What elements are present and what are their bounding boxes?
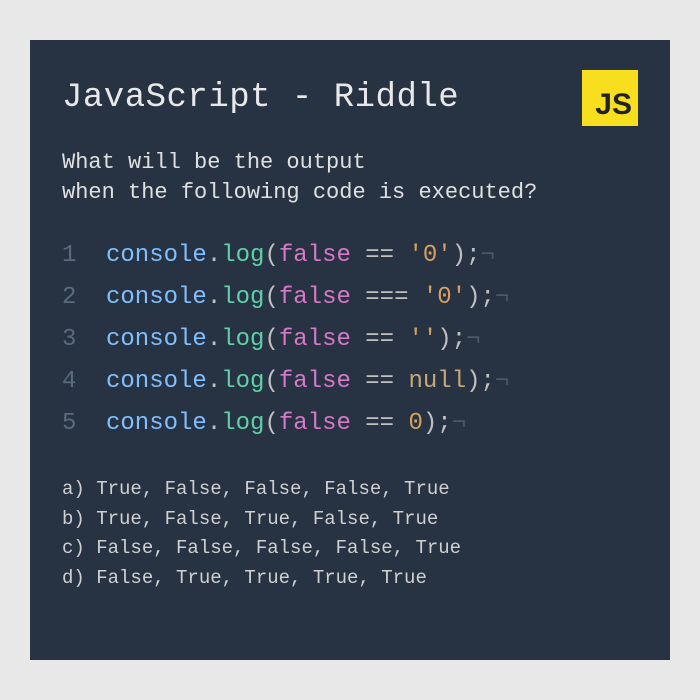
code-line: 4console.log(false == null);¬ bbox=[62, 361, 638, 403]
code-content: console.log(false == 0);¬ bbox=[106, 403, 466, 445]
code-token: console bbox=[106, 284, 207, 311]
code-token: ( bbox=[264, 368, 278, 395]
code-line: 2console.log(false === '0');¬ bbox=[62, 277, 638, 319]
code-token: ¬ bbox=[466, 326, 480, 353]
line-number: 5 bbox=[62, 403, 106, 445]
code-token: ¬ bbox=[495, 368, 509, 395]
answer-option: c) False, False, False, False, True bbox=[62, 534, 638, 563]
code-token: ( bbox=[264, 284, 278, 311]
code-token: false bbox=[279, 242, 351, 269]
answer-option: a) True, False, False, False, True bbox=[62, 475, 638, 504]
code-token: false bbox=[279, 410, 351, 437]
code-token: log bbox=[221, 368, 264, 395]
code-token: '' bbox=[408, 326, 437, 353]
code-token: false bbox=[279, 284, 351, 311]
code-token: log bbox=[221, 242, 264, 269]
code-token: == bbox=[351, 368, 409, 395]
code-token: '0' bbox=[423, 284, 466, 311]
code-line: 3console.log(false == '');¬ bbox=[62, 319, 638, 361]
code-token: . bbox=[207, 368, 221, 395]
code-token: . bbox=[207, 242, 221, 269]
riddle-card: JavaScript - Riddle JS What will be the … bbox=[30, 40, 670, 660]
code-token: log bbox=[221, 410, 264, 437]
code-token: == bbox=[351, 242, 409, 269]
page-title: JavaScript - Riddle bbox=[62, 79, 459, 117]
code-token: . bbox=[207, 326, 221, 353]
code-token: ¬ bbox=[495, 284, 509, 311]
code-token: log bbox=[221, 284, 264, 311]
line-number: 3 bbox=[62, 319, 106, 361]
question-text: What will be the output when the followi… bbox=[62, 148, 638, 207]
code-block: 1console.log(false == '0');¬2console.log… bbox=[62, 235, 638, 445]
code-content: console.log(false == '0');¬ bbox=[106, 235, 495, 277]
answer-options: a) True, False, False, False, Trueb) Tru… bbox=[62, 475, 638, 593]
code-token: ¬ bbox=[481, 242, 495, 269]
code-token: ( bbox=[264, 242, 278, 269]
question-line-2: when the following code is executed? bbox=[62, 178, 638, 208]
code-token: null bbox=[408, 368, 466, 395]
code-token: false bbox=[279, 368, 351, 395]
code-token: 0 bbox=[408, 410, 422, 437]
code-token: console bbox=[106, 326, 207, 353]
header: JavaScript - Riddle JS bbox=[62, 70, 638, 126]
question-line-1: What will be the output bbox=[62, 148, 638, 178]
code-token: console bbox=[106, 410, 207, 437]
line-number: 1 bbox=[62, 235, 106, 277]
code-token: false bbox=[279, 326, 351, 353]
code-token: . bbox=[207, 410, 221, 437]
line-number: 4 bbox=[62, 361, 106, 403]
code-token: '0' bbox=[408, 242, 451, 269]
code-content: console.log(false == '');¬ bbox=[106, 319, 481, 361]
code-token: == bbox=[351, 410, 409, 437]
code-token: ); bbox=[423, 410, 452, 437]
code-token: log bbox=[221, 326, 264, 353]
code-token: console bbox=[106, 242, 207, 269]
code-token: ); bbox=[466, 284, 495, 311]
code-content: console.log(false == null);¬ bbox=[106, 361, 509, 403]
code-line: 5console.log(false == 0);¬ bbox=[62, 403, 638, 445]
line-number: 2 bbox=[62, 277, 106, 319]
js-logo-icon: JS bbox=[582, 70, 638, 126]
code-line: 1console.log(false == '0');¬ bbox=[62, 235, 638, 277]
code-token: ( bbox=[264, 326, 278, 353]
answer-option: b) True, False, True, False, True bbox=[62, 505, 638, 534]
code-token: == bbox=[351, 326, 409, 353]
code-token: console bbox=[106, 368, 207, 395]
answer-option: d) False, True, True, True, True bbox=[62, 564, 638, 593]
code-token: ); bbox=[452, 242, 481, 269]
code-token: ); bbox=[437, 326, 466, 353]
code-content: console.log(false === '0');¬ bbox=[106, 277, 509, 319]
code-token: ); bbox=[466, 368, 495, 395]
code-token: . bbox=[207, 284, 221, 311]
code-token: ¬ bbox=[452, 410, 466, 437]
code-token: ( bbox=[264, 410, 278, 437]
code-token: === bbox=[351, 284, 423, 311]
